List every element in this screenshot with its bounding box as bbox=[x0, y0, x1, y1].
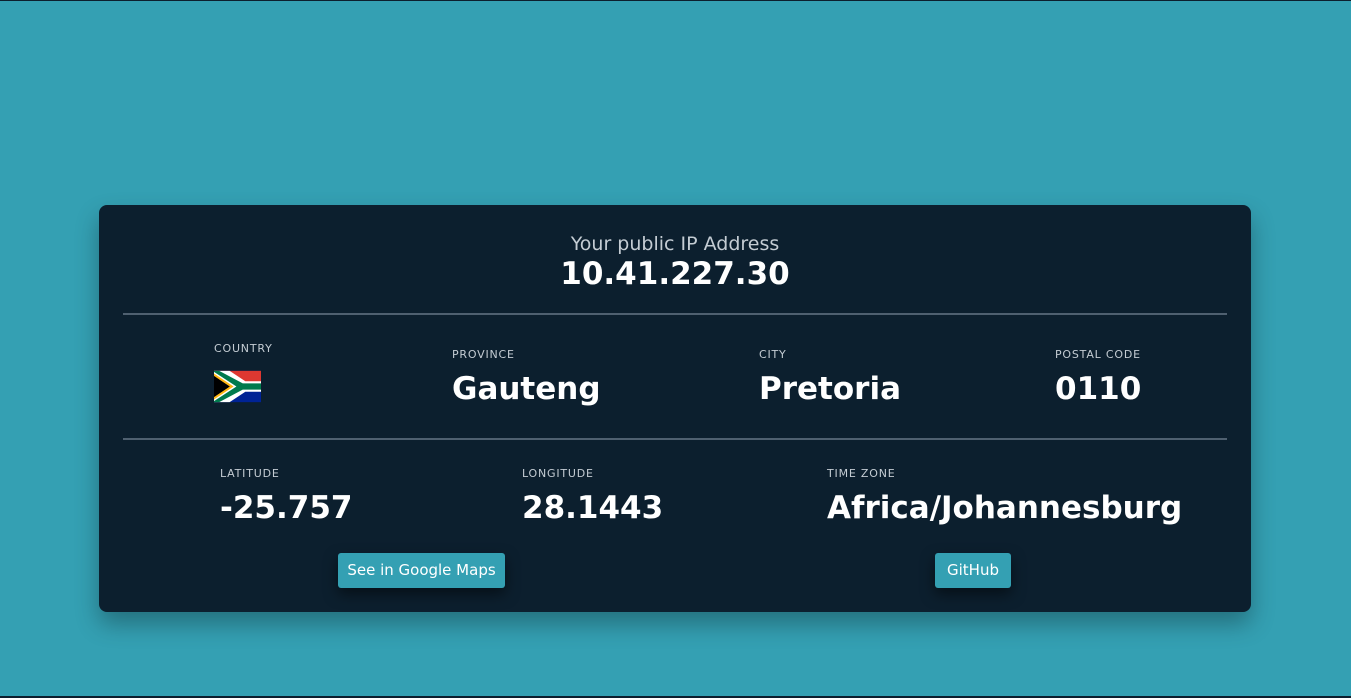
github-button[interactable]: GitHub bbox=[935, 553, 1011, 588]
divider-top bbox=[123, 313, 1227, 315]
latitude-value: -25.757 bbox=[220, 490, 353, 526]
time-zone-field: TIME ZONE Africa/Johannesburg bbox=[827, 467, 1182, 526]
google-maps-button[interactable]: See in Google Maps bbox=[338, 553, 505, 588]
longitude-value: 28.1443 bbox=[522, 490, 664, 526]
province-label: PROVINCE bbox=[452, 348, 515, 361]
time-zone-value: Africa/Johannesburg bbox=[827, 490, 1183, 526]
postal-code-field: POSTAL CODE 0110 bbox=[1055, 348, 1141, 407]
divider-middle bbox=[123, 438, 1227, 440]
longitude-field: LONGITUDE 28.1443 bbox=[522, 467, 663, 526]
city-field: CITY Pretoria bbox=[759, 348, 901, 407]
country-field: COUNTRY bbox=[214, 342, 273, 403]
province-value: Gauteng bbox=[452, 371, 601, 407]
postal-code-label: POSTAL CODE bbox=[1055, 348, 1141, 361]
city-label: CITY bbox=[759, 348, 787, 361]
province-field: PROVINCE Gauteng bbox=[452, 348, 601, 407]
postal-code-value: 0110 bbox=[1055, 371, 1142, 407]
time-zone-label: TIME ZONE bbox=[827, 467, 896, 480]
city-value: Pretoria bbox=[759, 371, 901, 407]
latitude-label: LATITUDE bbox=[220, 467, 280, 480]
latitude-field: LATITUDE -25.757 bbox=[220, 467, 353, 526]
page-background: Your public IP Address 10.41.227.30 COUN… bbox=[0, 0, 1351, 698]
ip-info-card: Your public IP Address 10.41.227.30 COUN… bbox=[99, 205, 1251, 612]
ip-address-label: Your public IP Address bbox=[570, 233, 780, 255]
ip-address-value: 10.41.227.30 bbox=[560, 256, 790, 292]
country-label: COUNTRY bbox=[214, 342, 273, 355]
longitude-label: LONGITUDE bbox=[522, 467, 594, 480]
south-africa-flag-icon bbox=[214, 370, 261, 403]
